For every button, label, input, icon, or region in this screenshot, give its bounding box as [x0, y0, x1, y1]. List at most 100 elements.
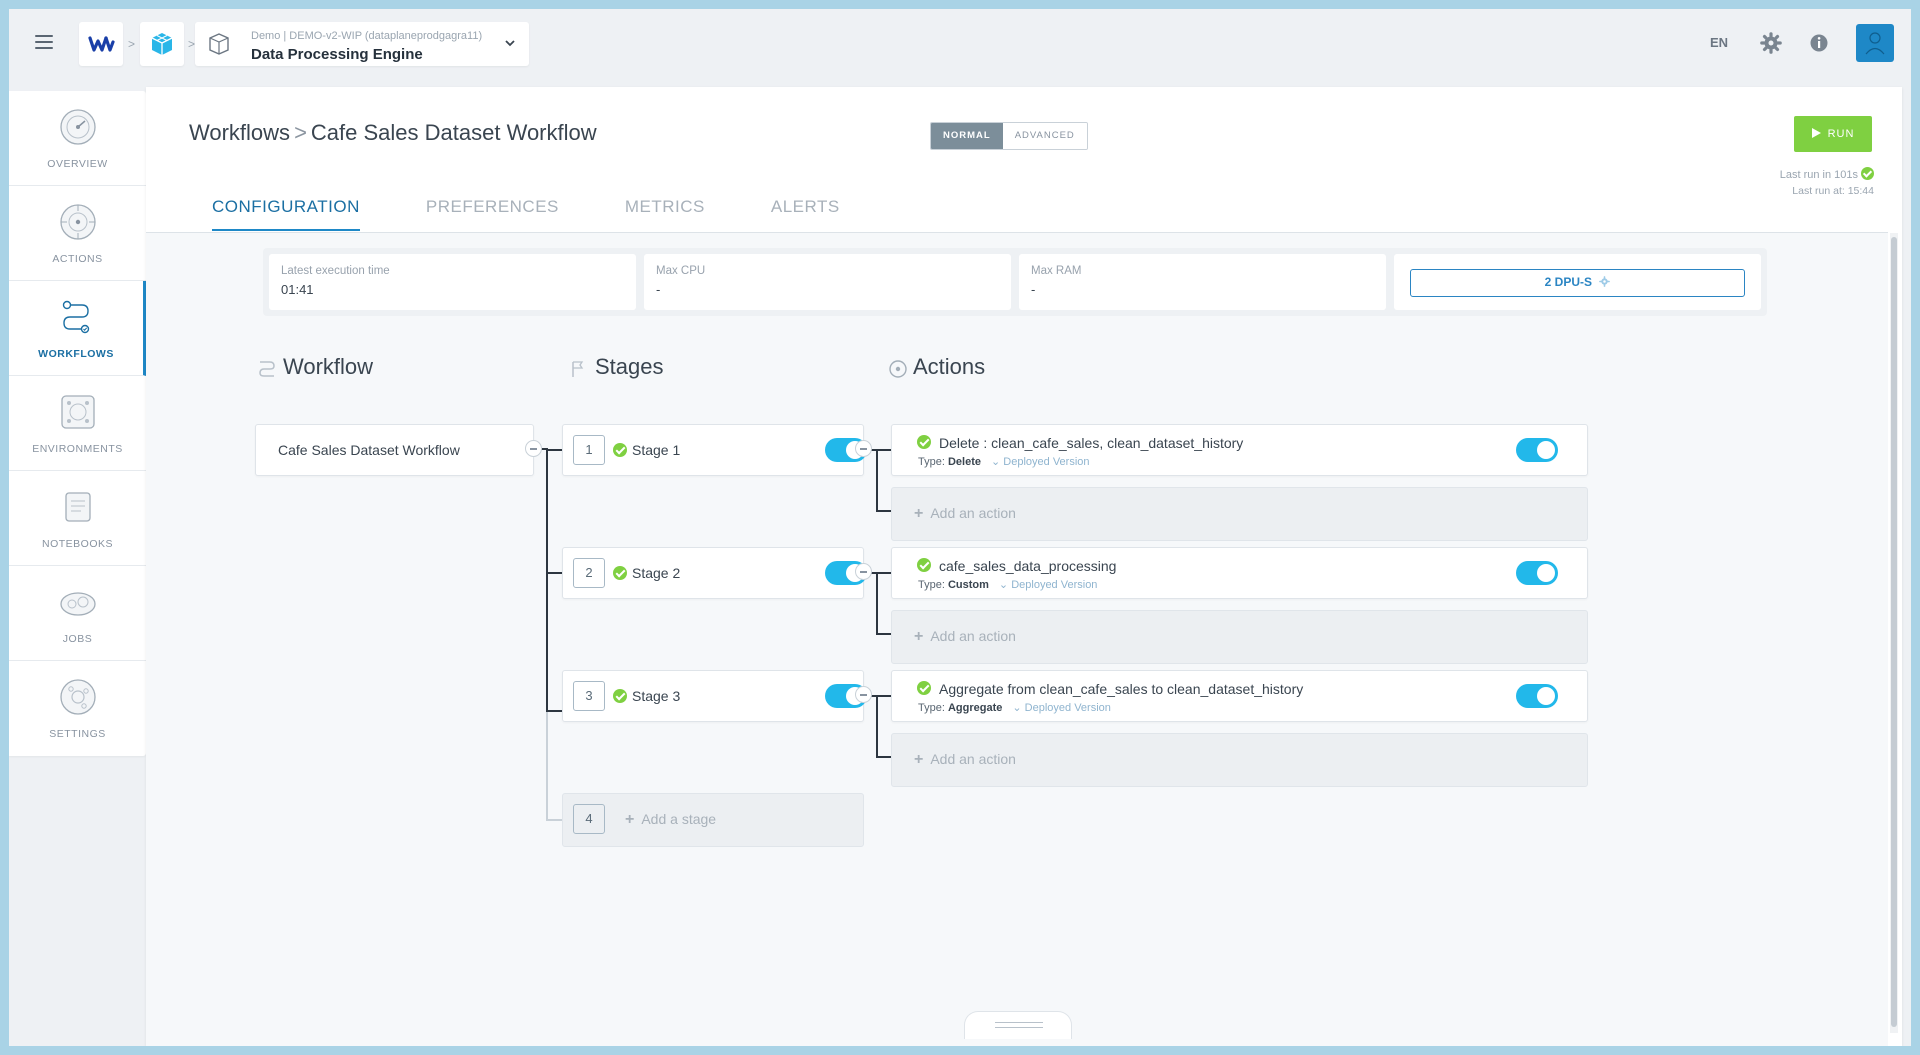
- stage-number: 3: [573, 681, 605, 711]
- language-selector[interactable]: EN: [1710, 35, 1728, 50]
- version-dropdown[interactable]: ⌄ Deployed Version: [1012, 702, 1111, 714]
- sidebar-item-environments[interactable]: ENVIRONMENTS: [9, 376, 146, 471]
- version-dropdown[interactable]: ⌄ Deployed Version: [999, 579, 1098, 591]
- workflow-name: Cafe Sales Dataset Workflow: [278, 442, 460, 458]
- collapse-toggle[interactable]: [855, 440, 872, 457]
- target-icon: [59, 204, 96, 240]
- jobs-icon: [59, 592, 96, 616]
- mode-advanced-button[interactable]: ADVANCED: [1002, 123, 1087, 149]
- metric-dpu: 2 DPU-S: [1394, 254, 1761, 310]
- add-action-button[interactable]: + Add an action: [891, 487, 1588, 541]
- add-action-label: + Add an action: [914, 628, 1016, 645]
- stage-number: 1: [573, 435, 605, 465]
- settings-icon: [59, 679, 96, 715]
- connector-line: [876, 510, 891, 512]
- stage-card[interactable]: 2 Stage 2: [562, 547, 867, 599]
- action-toggle[interactable]: [1516, 561, 1558, 585]
- stages-column-title: Stages: [595, 354, 664, 379]
- gear-icon[interactable]: [1760, 32, 1782, 54]
- breadcrumb-root[interactable]: Workflows: [189, 120, 290, 145]
- add-action-button[interactable]: + Add an action: [891, 610, 1588, 664]
- sidebar-item-notebooks[interactable]: NOTEBOOKS: [9, 471, 146, 566]
- logo-icon: [88, 36, 115, 52]
- sidebar-item-label: ACTIONS: [52, 253, 103, 265]
- tab-preferences[interactable]: PREFERENCES: [426, 197, 559, 231]
- add-action-label: + Add an action: [914, 505, 1016, 522]
- brand-logo[interactable]: [79, 22, 123, 66]
- actions-column-title: Actions: [913, 354, 986, 379]
- tab-bar: CONFIGURATION PREFERENCES METRICS ALERTS: [212, 197, 906, 231]
- action-type: Type: Aggregate ⌄ Deployed Version: [918, 702, 1111, 714]
- drawer-handle[interactable]: [964, 1011, 1072, 1039]
- info-icon[interactable]: [1808, 32, 1830, 54]
- sidebar-item-label: JOBS: [62, 633, 93, 645]
- flag-icon: [572, 361, 584, 377]
- action-card[interactable]: Delete : clean_cafe_sales, clean_dataset…: [891, 424, 1588, 476]
- action-title: cafe_sales_data_processing: [939, 558, 1117, 574]
- sidebar-item-settings[interactable]: SETTINGS: [9, 661, 146, 756]
- add-action-label: + Add an action: [914, 751, 1016, 768]
- action-title: Delete : clean_cafe_sales, clean_dataset…: [939, 435, 1244, 451]
- stage-name: Stage 3: [632, 688, 681, 704]
- metric-value: -: [1031, 282, 1036, 297]
- sidebar: OVERVIEW ACTIONS WORKFLOWS ENVIRONMENTS …: [9, 91, 146, 756]
- workflow-column-title: Workflow: [283, 354, 374, 379]
- play-icon: [1811, 128, 1821, 138]
- sidebar-item-jobs[interactable]: JOBS: [9, 566, 146, 661]
- metrics-bar: Latest execution time 01:41 Max CPU - Ma…: [263, 248, 1767, 316]
- metric-label: Latest execution time: [281, 265, 390, 277]
- gauge-icon: [59, 109, 96, 145]
- add-stage-label: + Add a stage: [625, 811, 717, 828]
- collapse-toggle[interactable]: [525, 440, 542, 457]
- action-toggle[interactable]: [1516, 684, 1558, 708]
- check-circle-icon: [1861, 167, 1874, 180]
- workflow-icon: [62, 300, 90, 334]
- mode-toggle: NORMAL ADVANCED: [930, 122, 1088, 150]
- last-run-text: Last run in 101s: [1779, 169, 1858, 181]
- chevron-down-icon: [505, 40, 515, 47]
- tab-configuration[interactable]: CONFIGURATION: [212, 197, 360, 231]
- cluster-icon: [60, 395, 95, 429]
- workflow-card[interactable]: Cafe Sales Dataset Workflow: [255, 424, 534, 476]
- sidebar-item-actions[interactable]: ACTIONS: [9, 186, 146, 281]
- last-run-status: Last run in 101s: [1780, 167, 1874, 181]
- connector-line: [546, 448, 548, 712]
- tab-metrics[interactable]: METRICS: [625, 197, 705, 231]
- run-button[interactable]: RUN: [1794, 116, 1872, 152]
- stage-name: Stage 2: [632, 565, 681, 581]
- action-card[interactable]: Aggregate from clean_cafe_sales to clean…: [891, 670, 1588, 722]
- metric-execution-time: Latest execution time 01:41: [269, 254, 636, 310]
- menu-icon[interactable]: [35, 35, 53, 49]
- stage-card[interactable]: 3 Stage 3: [562, 670, 867, 722]
- plus-icon: +: [914, 751, 924, 768]
- sidebar-item-workflows[interactable]: WORKFLOWS: [9, 281, 146, 376]
- collapse-toggle[interactable]: [855, 686, 872, 703]
- tab-alerts[interactable]: ALERTS: [771, 197, 840, 231]
- chevron-down-icon: ⌄: [998, 579, 1009, 591]
- action-card[interactable]: cafe_sales_data_processing Type: Custom ⌄…: [891, 547, 1588, 599]
- metric-max-cpu: Max CPU -: [644, 254, 1011, 310]
- plus-icon: +: [625, 811, 635, 828]
- action-toggle[interactable]: [1516, 438, 1558, 462]
- workflow-editor: Latest execution time 01:41 Max CPU - Ma…: [146, 233, 1888, 1046]
- stage-card[interactable]: 1 Stage 1: [562, 424, 867, 476]
- sidebar-item-overview[interactable]: OVERVIEW: [9, 91, 146, 186]
- dataplane-button[interactable]: [140, 22, 184, 66]
- project-subtitle: Demo | DEMO-v2-WIP (dataplaneprodgagra11…: [251, 30, 483, 42]
- dpu-button[interactable]: 2 DPU-S: [1410, 269, 1745, 297]
- version-dropdown[interactable]: ⌄ Deployed Version: [991, 456, 1090, 468]
- check-circle-icon: [613, 689, 627, 703]
- action-type: Type: Delete ⌄ Deployed Version: [918, 456, 1090, 468]
- project-selector[interactable]: Demo | DEMO-v2-WIP (dataplaneprodgagra11…: [195, 22, 529, 66]
- plus-icon: +: [914, 628, 924, 645]
- avatar[interactable]: [1856, 24, 1894, 62]
- breadcrumb-chevron-icon: >: [188, 37, 196, 51]
- add-action-button[interactable]: + Add an action: [891, 733, 1588, 787]
- add-stage-button[interactable]: 4 + Add a stage: [562, 793, 864, 847]
- notebook-icon: [64, 492, 91, 522]
- mode-normal-button[interactable]: NORMAL: [931, 123, 1003, 149]
- run-label: RUN: [1827, 128, 1855, 140]
- scrollbar[interactable]: [1891, 237, 1897, 1027]
- sidebar-item-label: ENVIRONMENTS: [32, 443, 123, 455]
- collapse-toggle[interactable]: [855, 563, 872, 580]
